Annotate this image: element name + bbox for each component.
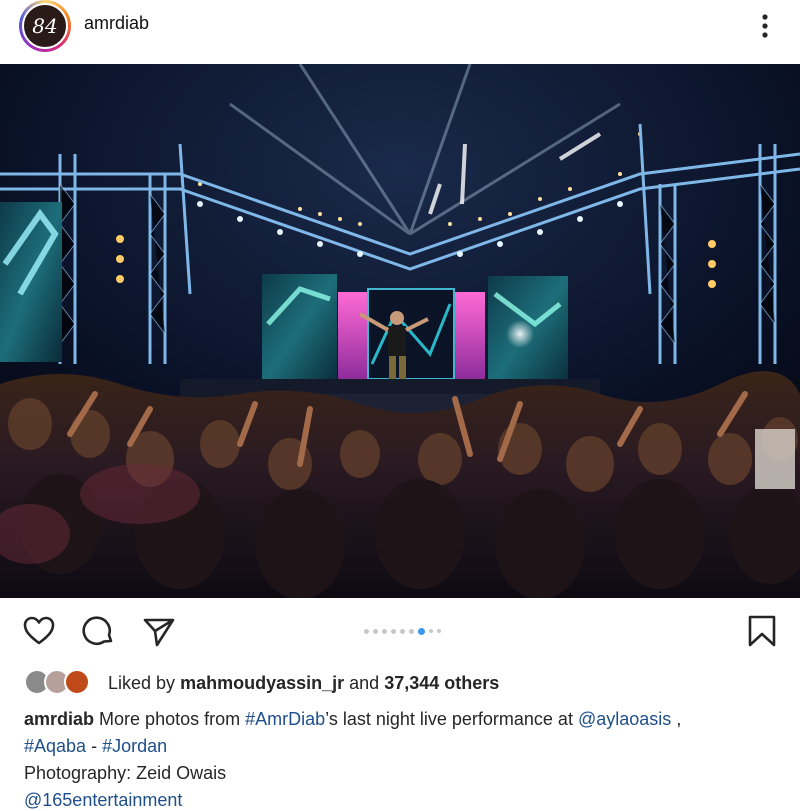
caption-username[interactable]: amrdiab — [24, 709, 94, 729]
caption-text: , — [676, 709, 682, 729]
carousel-dot — [382, 628, 387, 634]
carousel-dot — [400, 628, 405, 634]
likes-summary: Liked by mahmoudyassin_jr and 37,344 oth… — [108, 673, 499, 694]
carousel-dot — [364, 628, 369, 634]
liked-by-user[interactable]: mahmoudyassin_jr — [180, 673, 344, 693]
heart-icon[interactable] — [22, 614, 56, 648]
caption-line-1: amrdiab More photos from #AmrDiab’s last… — [24, 706, 784, 733]
mention-link[interactable]: @aylaoasis — [578, 709, 671, 729]
avatar — [64, 669, 90, 695]
likes-middle: and — [349, 672, 380, 693]
caption-line-4: @165entertainment — [24, 787, 784, 811]
likes-count[interactable]: 37,344 others — [384, 673, 499, 693]
hashtag-link[interactable]: #AmrDiab — [245, 709, 325, 729]
carousel-dot — [429, 629, 433, 633]
concert-stage-image — [0, 64, 800, 598]
share-icon[interactable] — [142, 614, 176, 648]
carousel-dot — [437, 629, 441, 633]
comment-icon[interactable] — [82, 614, 116, 648]
post-username[interactable]: amrdiab — [84, 13, 149, 34]
carousel-dot-active — [418, 627, 425, 635]
carousel-indicator — [364, 627, 441, 635]
avatar[interactable]: 84 — [22, 3, 68, 49]
carousel-dot — [409, 628, 414, 634]
caption-line-3: Photography: Zeid Owais — [24, 763, 227, 783]
liker-avatars — [24, 669, 98, 697]
caption-line-2: #Aqaba - #Jordan — [24, 733, 784, 760]
caption-text: ’s last night live performance at — [325, 709, 573, 729]
post-caption: amrdiab More photos from #AmrDiab’s last… — [24, 706, 784, 811]
hashtag-link[interactable]: #Jordan — [102, 736, 167, 756]
bookmark-icon[interactable] — [745, 614, 779, 648]
carousel-dot — [373, 628, 378, 634]
post-header: 84 amrdiab — [0, 0, 800, 66]
post-photo[interactable] — [0, 64, 800, 598]
likes-row[interactable]: Liked by mahmoudyassin_jr and 37,344 oth… — [24, 668, 499, 698]
carousel-dot — [391, 628, 396, 634]
profile-avatar-ring[interactable]: 84 — [19, 0, 71, 52]
mention-link[interactable]: @165entertainment — [24, 790, 182, 810]
more-vertical-icon[interactable] — [756, 12, 774, 40]
likes-prefix: Liked by — [108, 672, 176, 693]
hashtag-link[interactable]: #Aqaba — [24, 736, 86, 756]
caption-text: - — [91, 736, 98, 756]
caption-text: More photos from — [99, 709, 241, 729]
